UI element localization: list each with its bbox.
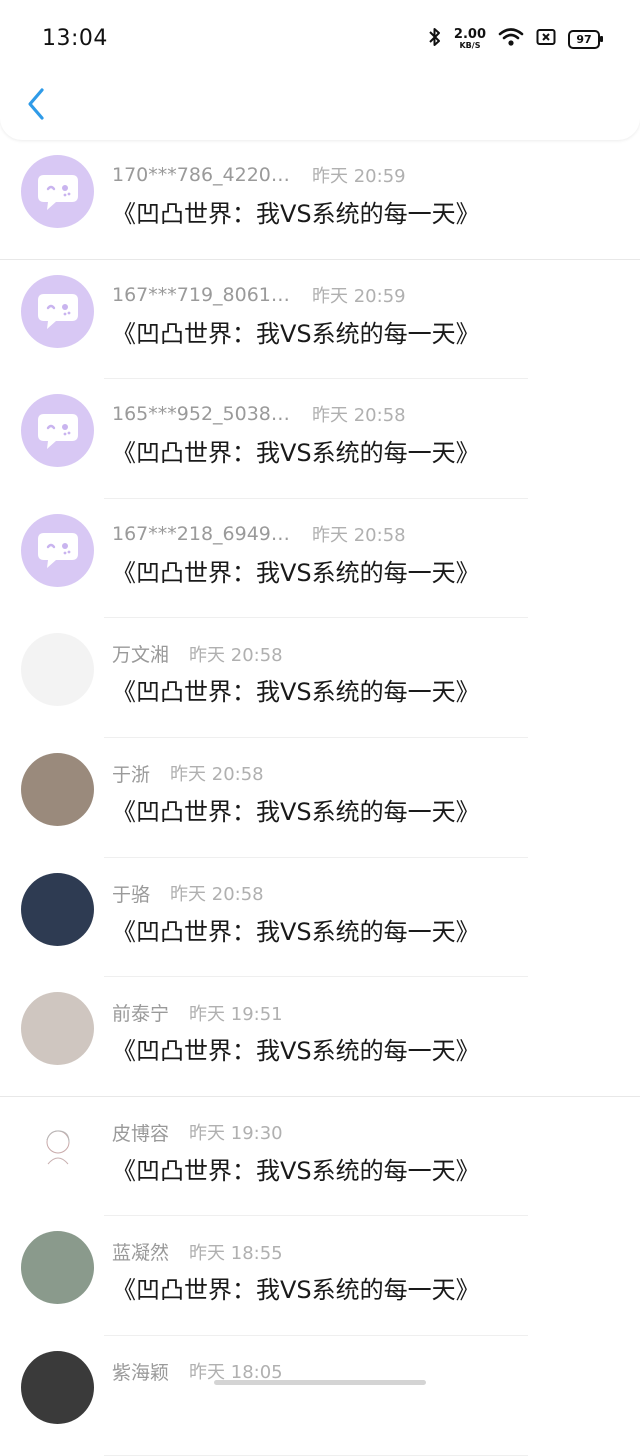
- comment-text: 《凹凸世界：我VS系统的每一天》: [112, 200, 480, 228]
- comment-text: 《凹凸世界：我VS系统的每一天》: [112, 1156, 480, 1185]
- comment-meta: 万文湘 昨天 20:58: [112, 640, 283, 667]
- comment-time: 昨天 20:58: [170, 764, 264, 786]
- comment-meta: 165***952_50386... 昨天 20:58: [112, 401, 406, 427]
- status-time: 13:04: [42, 26, 108, 51]
- chevron-left-icon: [28, 88, 44, 120]
- commenter-name[interactable]: 170***786_42201...: [112, 164, 292, 186]
- avatar[interactable]: [21, 1231, 94, 1305]
- avatar[interactable]: [21, 872, 94, 946]
- commenter-name[interactable]: 于骆: [112, 880, 150, 907]
- commenter-name[interactable]: 前泰宁: [112, 999, 169, 1026]
- avatar[interactable]: [21, 633, 94, 707]
- comment-text: 《凹凸世界：我VS系统的每一天》: [112, 1037, 480, 1066]
- comment-time: 昨天 20:58: [170, 884, 264, 906]
- comment-list: 170***786_42201... 昨天 20:59 《凹凸世界：我VS系统的每一…: [0, 140, 640, 1456]
- comment-item[interactable]: 于骆 昨天 20:58 《凹凸世界：我VS系统的每一天》: [0, 858, 640, 978]
- comment-item[interactable]: 167***218_69497... 昨天 20:58 《凹凸世界：我VS系统的每一…: [0, 499, 640, 619]
- top-header-card: 13:04 2.00 KB/S 97: [0, 0, 640, 140]
- commenter-name[interactable]: 蓝凝然: [112, 1238, 169, 1265]
- bluetooth-icon: [428, 27, 442, 51]
- chat-bubble-avatar-icon[interactable]: [21, 394, 94, 468]
- comment-meta: 于浙 昨天 20:58: [112, 760, 264, 787]
- comment-meta: 167***218_69497... 昨天 20:58: [112, 521, 406, 547]
- home-indicator: [214, 1380, 426, 1385]
- comment-item[interactable]: 蓝凝然 昨天 18:55 《凹凸世界：我VS系统的每一天》: [0, 1216, 640, 1336]
- comment-text: 《凹凸世界：我VS系统的每一天》: [112, 797, 480, 826]
- sim-icon: [536, 28, 556, 50]
- commenter-name[interactable]: 165***952_50386...: [112, 403, 292, 425]
- comment-time: 昨天 20:58: [189, 644, 283, 666]
- commenter-name[interactable]: 于浙: [112, 760, 150, 787]
- comment-meta: 于骆 昨天 20:58: [112, 880, 264, 907]
- comment-item[interactable]: 皮博容 昨天 19:30 《凹凸世界：我VS系统的每一天》: [0, 1097, 640, 1217]
- comment-time: 昨天 19:30: [189, 1123, 283, 1145]
- comment-item[interactable]: 前泰宁 昨天 19:51 《凹凸世界：我VS系统的每一天》: [0, 977, 640, 1097]
- comment-text: 《凹凸世界：我VS系统的每一天》: [112, 439, 480, 468]
- comment-time: 昨天 18:55: [189, 1242, 283, 1264]
- comment-item[interactable]: 紫海颖 昨天 18:05: [0, 1336, 640, 1456]
- commenter-name[interactable]: 167***218_69497...: [112, 523, 292, 545]
- chat-bubble-avatar-icon[interactable]: [21, 155, 94, 228]
- battery-icon: 97: [568, 29, 603, 49]
- comment-meta: 前泰宁 昨天 19:51: [112, 999, 283, 1026]
- back-button[interactable]: [20, 84, 52, 124]
- comment-meta: 167***719_80618... 昨天 20:59: [112, 282, 406, 308]
- commenter-name[interactable]: 167***719_80618...: [112, 284, 292, 306]
- wifi-icon: [498, 27, 524, 51]
- comment-text: 《凹凸世界：我VS系统的每一天》: [112, 678, 480, 707]
- chat-bubble-avatar-icon[interactable]: [21, 274, 94, 348]
- comment-item[interactable]: 于浙 昨天 20:58 《凹凸世界：我VS系统的每一天》: [0, 738, 640, 858]
- comment-text: 《凹凸世界：我VS系统的每一天》: [112, 917, 480, 946]
- comment-meta: 170***786_42201... 昨天 20:59: [112, 162, 406, 188]
- comment-item[interactable]: 167***719_80618... 昨天 20:59 《凹凸世界：我VS系统的每一…: [0, 260, 640, 380]
- commenter-name[interactable]: 万文湘: [112, 640, 169, 667]
- status-bar: 13:04 2.00 KB/S 97: [0, 0, 640, 78]
- avatar[interactable]: [21, 992, 94, 1066]
- comment-meta: 皮博容 昨天 19:30: [112, 1119, 283, 1146]
- status-icons: 2.00 KB/S 97: [428, 26, 603, 52]
- comment-text: 《凹凸世界：我VS系统的每一天》: [112, 558, 480, 587]
- comment-time: 昨天 20:58: [312, 405, 406, 427]
- comment-item[interactable]: 万文湘 昨天 20:58 《凹凸世界：我VS系统的每一天》: [0, 618, 640, 738]
- avatar[interactable]: [21, 1350, 94, 1424]
- avatar[interactable]: [21, 752, 94, 826]
- comment-item[interactable]: 165***952_50386... 昨天 20:58 《凹凸世界：我VS系统的每一…: [0, 379, 640, 499]
- divider: [104, 1454, 528, 1456]
- chat-bubble-avatar-icon[interactable]: [21, 513, 94, 587]
- comment-item[interactable]: 170***786_42201... 昨天 20:59 《凹凸世界：我VS系统的每一…: [0, 140, 640, 260]
- comment-time: 昨天 20:59: [312, 285, 406, 307]
- comment-time: 昨天 19:51: [189, 1003, 283, 1025]
- comment-time: 昨天 20:59: [312, 166, 406, 187]
- commenter-name[interactable]: 皮博容: [112, 1119, 169, 1146]
- avatar[interactable]: [21, 1111, 94, 1185]
- commenter-name[interactable]: 紫海颖: [112, 1358, 169, 1385]
- comment-time: 昨天 20:58: [312, 524, 406, 546]
- network-speed-value: 2.00: [453, 27, 486, 42]
- comment-text: 《凹凸世界：我VS系统的每一天》: [112, 319, 480, 348]
- comment-text: 《凹凸世界：我VS系统的每一天》: [112, 1276, 480, 1305]
- network-speed: 2.00 KB/S: [454, 28, 486, 50]
- network-speed-unit: KB/S: [459, 41, 481, 50]
- comment-meta: 蓝凝然 昨天 18:55: [112, 1238, 283, 1265]
